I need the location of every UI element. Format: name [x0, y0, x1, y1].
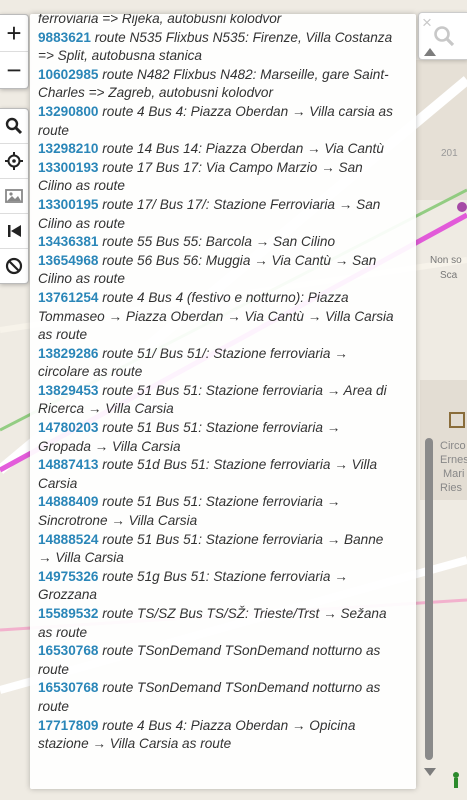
- image-icon: [5, 189, 23, 203]
- list-item: 9883621 route N535 Flixbus N535: Firenze…: [38, 29, 396, 66]
- skip-back-button[interactable]: [0, 214, 28, 249]
- relation-id-link[interactable]: 14975326: [38, 569, 98, 584]
- relation-id-link[interactable]: 13300195: [38, 197, 98, 212]
- list-item: 13761254 route 4 Bus 4 (festivo e nottur…: [38, 289, 396, 345]
- route-description: route 55 Bus 55: Barcola → San Cilino: [102, 234, 335, 250]
- results-panel: ferroviaria => Rijeka, autobusni kolodvo…: [30, 14, 436, 789]
- relation-id-link[interactable]: 16530768: [38, 643, 98, 658]
- list-item: 10602985 route N482 Flixbus N482: Marsei…: [38, 66, 396, 103]
- search-tool-button[interactable]: [0, 109, 28, 144]
- zoom-controls: + −: [0, 14, 29, 89]
- scroll-thumb[interactable]: [425, 438, 433, 760]
- route-description: route 14 Bus 14: Piazza Oberdan → Via Ca…: [102, 141, 384, 157]
- list-item: 16530768 route TSonDemand TSonDemand not…: [38, 642, 396, 679]
- relation-id-link[interactable]: 13761254: [38, 290, 98, 305]
- list-item: 14887413 route 51d Bus 51: Stazione ferr…: [38, 456, 396, 493]
- relation-id-link[interactable]: 16530768: [38, 680, 98, 695]
- list-item: 13300195 route 17/ Bus 17/: Stazione Fer…: [38, 196, 396, 233]
- relation-id-link[interactable]: 15589532: [38, 606, 98, 621]
- relation-id-link[interactable]: 14780203: [38, 420, 98, 435]
- zoom-out-button[interactable]: −: [0, 52, 28, 88]
- crosshair-icon: [5, 152, 23, 170]
- relation-id-link[interactable]: 13436381: [38, 234, 98, 249]
- map-tools: [0, 108, 29, 284]
- relation-id-link[interactable]: 13298210: [38, 141, 98, 156]
- relation-id-link[interactable]: 14888409: [38, 494, 98, 509]
- relation-id-link[interactable]: 14888524: [38, 532, 98, 547]
- list-item: ferroviaria => Rijeka, autobusni kolodvo…: [38, 14, 396, 29]
- list-item: 17717809 route 4 Bus 4: Piazza Oberdan →…: [38, 717, 396, 754]
- map-label: Sca: [440, 270, 458, 281]
- clear-button[interactable]: [0, 249, 28, 283]
- relation-id-link[interactable]: 17717809: [38, 718, 98, 733]
- list-item: 13829286 route 51/ Bus 51/: Stazione fer…: [38, 345, 396, 382]
- map-label: Ries: [440, 482, 463, 494]
- relation-id-link[interactable]: 10602985: [38, 67, 98, 82]
- list-item: 14888409 route 51 Bus 51: Stazione ferro…: [38, 493, 396, 530]
- relation-id-link[interactable]: 13290800: [38, 104, 98, 119]
- locate-button[interactable]: [0, 144, 28, 179]
- results-list-content: ferroviaria => Rijeka, autobusni kolodvo…: [38, 14, 396, 754]
- relation-id-link[interactable]: 9883621: [38, 30, 91, 45]
- list-item: 13300193 route 17 Bus 17: Via Campo Marz…: [38, 159, 396, 196]
- map-label: Mari: [443, 468, 465, 480]
- list-item: 13298210 route 14 Bus 14: Piazza Oberdan…: [38, 140, 396, 159]
- scroll-down-arrow[interactable]: [424, 768, 436, 776]
- scrollbar[interactable]: [422, 42, 436, 788]
- relation-id-link[interactable]: 13300193: [38, 160, 98, 175]
- route-description: ferroviaria => Rijeka, autobusni kolodvo…: [38, 14, 282, 26]
- image-layer-button[interactable]: [0, 179, 28, 214]
- list-item: 15589532 route TS/SZ Bus TS/SŽ: Trieste/…: [38, 605, 396, 642]
- magnifier-icon: [5, 117, 23, 135]
- list-item: 13436381 route 55 Bus 55: Barcola → San …: [38, 233, 396, 252]
- list-item: 14888524 route 51 Bus 51: Stazione ferro…: [38, 531, 396, 568]
- list-item: 16530768 route TSonDemand TSonDemand not…: [38, 679, 396, 716]
- results-list[interactable]: ferroviaria => Rijeka, autobusni kolodvo…: [38, 14, 396, 789]
- relation-id-link[interactable]: 13829286: [38, 346, 98, 361]
- zoom-in-button[interactable]: +: [0, 15, 28, 52]
- list-item: 13654968 route 56 Bus 56: Muggia → Via C…: [38, 252, 396, 289]
- relation-id-link[interactable]: 13654968: [38, 253, 98, 268]
- skip-back-icon: [8, 225, 21, 237]
- close-icon[interactable]: ×: [422, 14, 432, 31]
- relation-id-link[interactable]: 14887413: [38, 457, 98, 472]
- relation-id-link[interactable]: 13829453: [38, 383, 98, 398]
- prohibited-icon: [5, 257, 23, 275]
- list-item: 13290800 route 4 Bus 4: Piazza Oberdan →…: [38, 103, 396, 140]
- map-label: 201: [441, 148, 458, 159]
- list-item: 14780203 route 51 Bus 51: Stazione ferro…: [38, 419, 396, 456]
- route-description: route N535 Flixbus N535: Firenze, Villa …: [38, 29, 393, 64]
- map-label: Circo: [440, 440, 466, 452]
- map-label: Ernes: [440, 454, 467, 466]
- list-item: 14975326 route 51g Bus 51: Stazione ferr…: [38, 568, 396, 605]
- list-item: 13829453 route 51 Bus 51: Stazione ferro…: [38, 382, 396, 419]
- scroll-up-arrow[interactable]: [424, 48, 436, 56]
